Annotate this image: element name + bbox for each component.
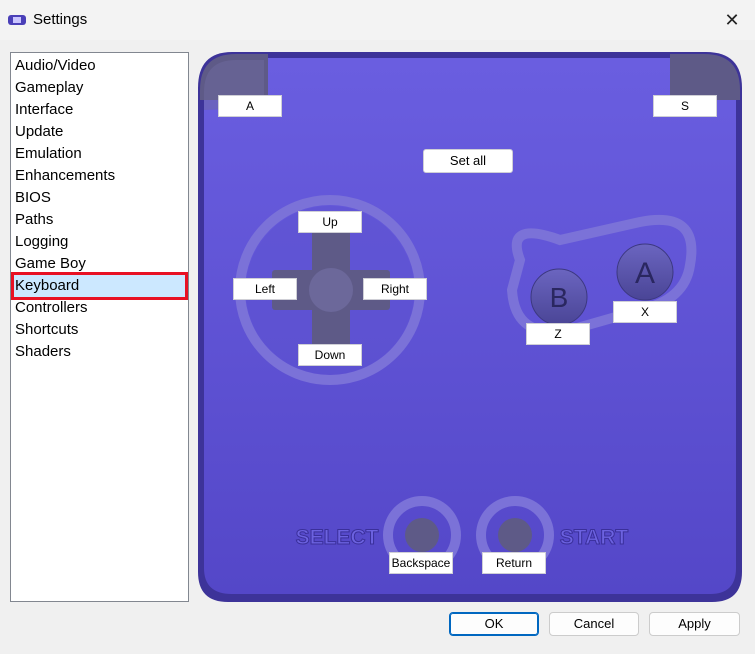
start-button: [498, 518, 532, 552]
bind-start[interactable]: Return: [482, 552, 546, 574]
gba-controller-illustration: B A SELECT START: [198, 52, 742, 602]
b-button-label: B: [550, 282, 569, 313]
ok-button[interactable]: OK: [449, 612, 539, 636]
bind-l-shoulder[interactable]: A: [218, 95, 282, 117]
bind-a[interactable]: X: [613, 301, 677, 323]
bind-left[interactable]: Left: [233, 278, 297, 300]
select-label: SELECT: [296, 526, 379, 549]
select-button: [405, 518, 439, 552]
cancel-button[interactable]: Cancel: [549, 612, 639, 636]
bind-up[interactable]: Up: [298, 211, 362, 233]
apply-button[interactable]: Apply: [649, 612, 740, 636]
bind-down[interactable]: Down: [298, 344, 362, 366]
start-label: START: [560, 526, 629, 549]
bind-b[interactable]: Z: [526, 323, 590, 345]
bind-right[interactable]: Right: [363, 278, 427, 300]
a-button-label: A: [635, 257, 655, 290]
set-all-button[interactable]: Set all: [423, 149, 513, 173]
bind-select[interactable]: Backspace: [389, 552, 453, 574]
bind-r-shoulder[interactable]: S: [653, 95, 717, 117]
